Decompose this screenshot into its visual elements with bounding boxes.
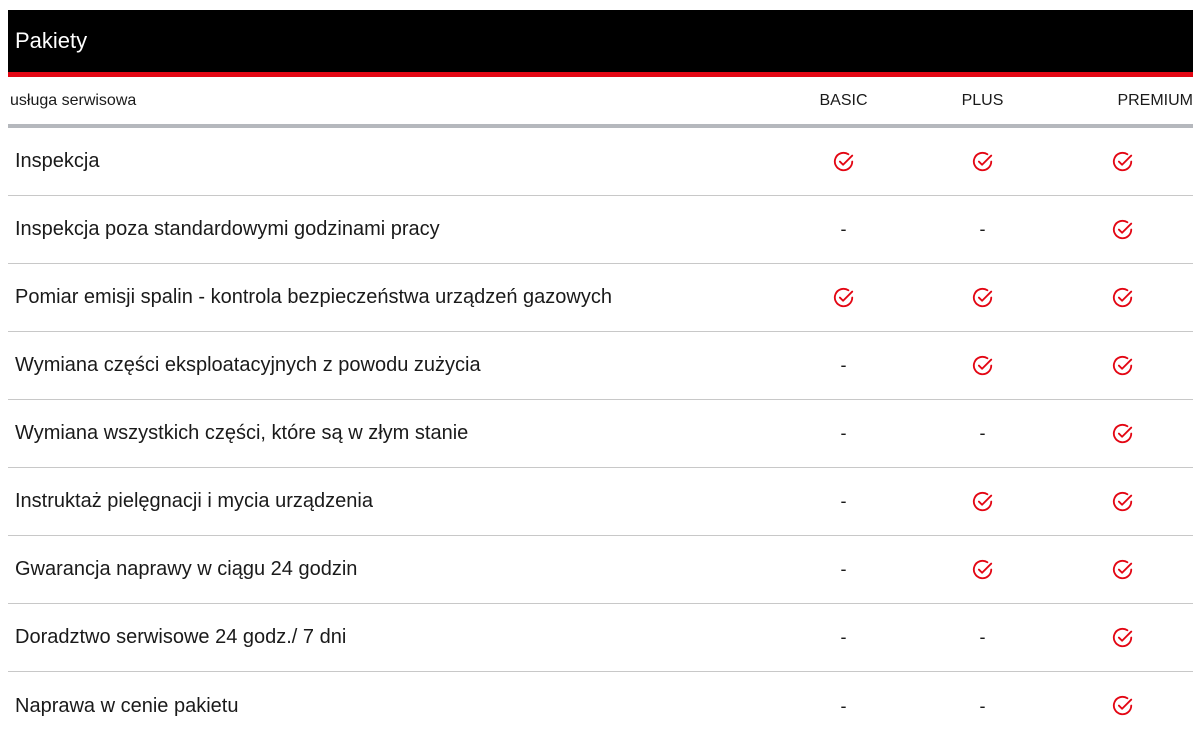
cell-plus bbox=[913, 151, 1052, 173]
service-name: Instruktaż pielęgnacji i mycia urządzeni… bbox=[15, 490, 373, 512]
table-header: usługa serwisowa BASIC PLUS PREMIUM bbox=[8, 77, 1193, 128]
table-row: Wymiana wszystkich części, które są w zł… bbox=[8, 400, 1193, 468]
service-name: Naprawa w cenie pakietu bbox=[15, 694, 239, 717]
not-included-dash: - bbox=[840, 355, 847, 375]
table-row: Gwarancja naprawy w ciągu 24 godzin - bbox=[8, 536, 1193, 604]
cell-basic: - bbox=[774, 491, 913, 512]
cell-basic: - bbox=[774, 219, 913, 240]
check-circle-icon bbox=[1112, 287, 1134, 309]
not-included-dash: - bbox=[840, 219, 847, 239]
cell-basic bbox=[774, 287, 913, 309]
cell-plus bbox=[913, 491, 1052, 513]
check-circle-icon bbox=[1112, 355, 1134, 377]
table-row: Pomiar emisji spalin - kontrola bezpiecz… bbox=[8, 264, 1193, 332]
cell-basic: - bbox=[774, 355, 913, 376]
check-circle-icon bbox=[1112, 423, 1134, 445]
header-basic: BASIC bbox=[819, 91, 868, 109]
not-included-dash: - bbox=[840, 695, 847, 716]
service-name: Inspekcja bbox=[15, 150, 100, 172]
cell-premium bbox=[1052, 491, 1193, 513]
service-name: Inspekcja poza standardowymi godzinami p… bbox=[15, 218, 440, 240]
cell-plus bbox=[913, 287, 1052, 309]
table-row: Wymiana części eksploatacyjnych z powodu… bbox=[8, 332, 1193, 400]
service-name: Doradztwo serwisowe 24 godz./ 7 dni bbox=[15, 626, 347, 648]
cell-premium bbox=[1052, 219, 1193, 241]
cell-basic: - bbox=[774, 627, 913, 648]
not-included-dash: - bbox=[979, 627, 986, 647]
cell-premium bbox=[1052, 151, 1193, 173]
service-name: Pomiar emisji spalin - kontrola bezpiecz… bbox=[15, 286, 612, 308]
not-included-dash: - bbox=[979, 695, 986, 716]
cell-basic bbox=[774, 151, 913, 173]
table-row: Doradztwo serwisowe 24 godz./ 7 dni - - bbox=[8, 604, 1193, 672]
cell-premium bbox=[1052, 287, 1193, 309]
check-circle-icon bbox=[833, 287, 855, 309]
table-row: Inspekcja poza standardowymi godzinami p… bbox=[8, 196, 1193, 264]
service-name: Wymiana części eksploatacyjnych z powodu… bbox=[15, 354, 481, 376]
table-title: Pakiety bbox=[15, 28, 88, 53]
cell-plus: - bbox=[913, 627, 1052, 648]
not-included-dash: - bbox=[979, 423, 986, 443]
cell-premium bbox=[1052, 627, 1193, 649]
not-included-dash: - bbox=[979, 219, 986, 239]
check-circle-icon bbox=[972, 151, 994, 173]
cell-basic: - bbox=[774, 696, 913, 717]
cell-plus bbox=[913, 559, 1052, 581]
check-circle-icon bbox=[833, 151, 855, 173]
check-circle-icon bbox=[1112, 627, 1134, 649]
table-body: Inspekcja Inspekcja poza standardowymi go… bbox=[8, 128, 1193, 740]
not-included-dash: - bbox=[840, 627, 847, 647]
cell-plus bbox=[913, 355, 1052, 377]
service-name: Gwarancja naprawy w ciągu 24 godzin bbox=[15, 558, 358, 580]
cell-plus: - bbox=[913, 219, 1052, 240]
header-premium: PREMIUM bbox=[1117, 91, 1193, 109]
service-name: Wymiana wszystkich części, które są w zł… bbox=[15, 422, 469, 444]
check-circle-icon bbox=[1112, 151, 1134, 173]
cell-basic: - bbox=[774, 559, 913, 580]
cell-basic: - bbox=[774, 423, 913, 444]
not-included-dash: - bbox=[840, 491, 847, 511]
cell-plus: - bbox=[913, 696, 1052, 717]
table-row: Inspekcja bbox=[8, 128, 1193, 196]
check-circle-icon bbox=[972, 287, 994, 309]
cell-plus: - bbox=[913, 423, 1052, 444]
packages-table: Pakiety usługa serwisowa BASIC PLUS PREM… bbox=[8, 10, 1193, 740]
header-service: usługa serwisowa bbox=[10, 91, 137, 109]
check-circle-icon bbox=[972, 355, 994, 377]
check-circle-icon bbox=[1112, 559, 1134, 581]
cell-premium bbox=[1052, 695, 1193, 717]
table-row: Naprawa w cenie pakietu - - bbox=[8, 672, 1193, 740]
header-plus: PLUS bbox=[961, 91, 1004, 109]
table-row: Instruktaż pielęgnacji i mycia urządzeni… bbox=[8, 468, 1193, 536]
check-circle-icon bbox=[1112, 695, 1134, 717]
not-included-dash: - bbox=[840, 423, 847, 443]
table-title-bar: Pakiety bbox=[8, 10, 1193, 72]
not-included-dash: - bbox=[840, 559, 847, 579]
check-circle-icon bbox=[1112, 219, 1134, 241]
check-circle-icon bbox=[1112, 491, 1134, 513]
cell-premium bbox=[1052, 559, 1193, 581]
check-circle-icon bbox=[972, 559, 994, 581]
check-circle-icon bbox=[972, 491, 994, 513]
cell-premium bbox=[1052, 423, 1193, 445]
cell-premium bbox=[1052, 355, 1193, 377]
